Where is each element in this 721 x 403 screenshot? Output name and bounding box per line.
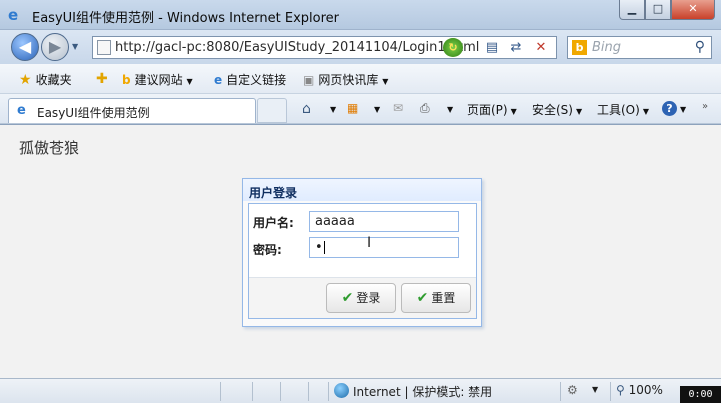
address-bar[interactable]: http://gacl-pc:8080/EasyUIStudy_20141104… (92, 36, 557, 59)
globe-icon (334, 383, 349, 398)
new-tab-button[interactable] (257, 98, 287, 123)
favorites-star-icon: ★ (19, 72, 32, 88)
check-icon: ✔ (416, 290, 429, 306)
status-divider (220, 382, 221, 401)
chevron-down-icon: ▼ (575, 107, 583, 116)
web-slice-icon: ▣ (303, 73, 315, 87)
chevron-down-icon: ▼ (680, 105, 687, 114)
print-icon[interactable]: ⎙ (420, 101, 430, 116)
favorites-label: 收藏夹 (35, 73, 72, 87)
status-divider (252, 382, 253, 401)
more-chevron-icon[interactable]: » (702, 101, 708, 112)
tools-menu[interactable]: 工具(O) ▼ (597, 101, 649, 118)
tab-easyui[interactable]: e EasyUI组件使用范例 (8, 98, 256, 123)
web-slice-gallery-link[interactable]: ▣ 网页快讯库 ▼ (303, 71, 388, 88)
page-menu[interactable]: 页面(P) ▼ (467, 101, 517, 118)
bing-icon: b (572, 40, 587, 55)
tab-label: EasyUI组件使用范例 (37, 106, 150, 120)
status-divider (560, 382, 561, 401)
stop-icon[interactable]: ✕ (532, 39, 550, 57)
zoom-value: 100% (628, 383, 663, 397)
web-slice-label: 网页快讯库 (318, 73, 379, 87)
search-icon[interactable]: ⚲ (695, 39, 705, 55)
bing-small-icon: b (122, 73, 131, 87)
zoom-icon: ⚲ (616, 383, 625, 397)
text-caret (323, 241, 325, 254)
history-dropdown-icon[interactable]: ▼ (72, 42, 78, 51)
suggested-sites-label: 建议网站 (134, 73, 183, 87)
login-button-bar: ✔ 登录 ✔ 重置 (249, 277, 476, 318)
i-beam-cursor-icon: I (367, 235, 372, 251)
recording-timer: 0:00 (680, 386, 721, 403)
ie-tab-icon: e (17, 103, 26, 118)
login-panel-title: 用户登录 (243, 179, 481, 201)
page-menu-label: 页面(P) (467, 103, 508, 117)
favorites-bar: ★ 收藏夹 ✚ b 建议网站 ▼ e 自定义链接 ▣ 网页快讯库 ▼ (0, 64, 721, 94)
chevron-down-icon: ▼ (186, 77, 193, 86)
status-divider (610, 382, 611, 401)
safety-menu-label: 安全(S) (532, 103, 573, 117)
tab-bar: e EasyUI组件使用范例 ⌂ ▼ ▦ ▼ ✉ ⎙ ▼ 页面(P) ▼ 安全(S… (0, 94, 721, 124)
password-input[interactable]: • (309, 237, 459, 258)
chevron-down-icon[interactable]: ▼ (592, 385, 598, 394)
home-icon[interactable]: ⌂ (302, 101, 311, 117)
reset-button[interactable]: ✔ 重置 (401, 283, 471, 313)
title-bar: e EasyUI组件使用范例 - Windows Internet Explor… (0, 0, 721, 30)
custom-links-label: 自定义链接 (226, 73, 287, 87)
rss-page-icon[interactable]: ▤ (483, 39, 501, 57)
help-icon: ? (662, 101, 677, 116)
zoom-level[interactable]: ⚲ 100% (616, 383, 663, 397)
security-zone[interactable]: Internet | 保护模式: 禁用 (353, 383, 492, 400)
close-button[interactable]: ✕ (671, 0, 715, 20)
status-bar: Internet | 保护模式: 禁用 ⚙ ▼ ⚲ 100% (0, 378, 721, 403)
minimize-button[interactable]: ▁ (619, 0, 645, 20)
window-controls: ▁ □ ✕ (619, 0, 715, 20)
username-input[interactable]: aaaaa (309, 211, 459, 232)
navigation-bar: ◀ ▶ ▼ http://gacl-pc:8080/EasyUIStudy_20… (0, 30, 721, 64)
username-label: 用户名: (253, 216, 294, 230)
safety-menu[interactable]: 安全(S) ▼ (532, 101, 582, 118)
login-form: 用户名: aaaaa 密码: • I ✔ 登录 ✔ 重置 (248, 203, 477, 319)
page-content: 孤傲苍狼 用户登录 用户名: aaaaa 密码: • I ✔ 登录 ✔ 重置 (0, 124, 721, 378)
ie-logo-icon: e (8, 6, 19, 24)
status-divider (308, 382, 309, 401)
add-favorite-icon[interactable]: ✚ (96, 71, 112, 87)
page-icon (97, 40, 111, 55)
login-panel: 用户登录 用户名: aaaaa 密码: • I ✔ 登录 ✔ 重置 (242, 178, 482, 327)
tools-menu-label: 工具(O) (597, 103, 640, 117)
check-icon: ✔ (341, 290, 354, 306)
address-url[interactable]: http://gacl-pc:8080/EasyUIStudy_20141104… (115, 40, 479, 55)
status-divider (280, 382, 281, 401)
reset-button-label: 重置 (431, 291, 456, 305)
maximize-button[interactable]: □ (645, 0, 671, 20)
feeds-dropdown-icon[interactable]: ▼ (371, 101, 380, 115)
login-button-label: 登录 (356, 291, 381, 305)
search-placeholder[interactable]: Bing (592, 40, 621, 55)
search-box[interactable]: b Bing ⚲ (567, 36, 712, 59)
chevron-down-icon: ▼ (382, 77, 389, 86)
compatibility-view-icon[interactable]: ↻ (443, 38, 463, 57)
popup-blocker-icon[interactable]: ⚙ (567, 383, 578, 397)
password-mask: • (315, 240, 323, 255)
status-divider (328, 382, 329, 401)
password-label: 密码: (253, 243, 282, 257)
suggested-sites-link[interactable]: b 建议网站 ▼ (122, 71, 193, 88)
mail-icon[interactable]: ✉ (393, 101, 403, 115)
ie-page-icon: e (214, 73, 223, 87)
forward-arrow-icon[interactable]: ▶ (41, 33, 69, 61)
login-button[interactable]: ✔ 登录 (326, 283, 396, 313)
window-title: EasyUI组件使用范例 - Windows Internet Explorer (32, 11, 339, 26)
add-star-icon: ✚ (96, 71, 108, 87)
print-dropdown-icon[interactable]: ▼ (444, 101, 453, 115)
back-arrow-icon[interactable]: ◀ (11, 33, 39, 61)
page-heading: 孤傲苍狼 (19, 139, 80, 157)
chevron-down-icon: ▼ (642, 107, 649, 116)
feeds-icon[interactable]: ▦ (347, 101, 358, 115)
home-dropdown-icon[interactable]: ▼ (327, 101, 336, 115)
chevron-down-icon: ▼ (510, 107, 517, 116)
favorites-button[interactable]: ★ 收藏夹 (19, 71, 72, 88)
custom-links-link[interactable]: e 自定义链接 (214, 71, 286, 88)
help-menu[interactable]: ? ▼ (662, 101, 686, 116)
refresh-icon[interactable]: ⇄ (507, 39, 525, 57)
